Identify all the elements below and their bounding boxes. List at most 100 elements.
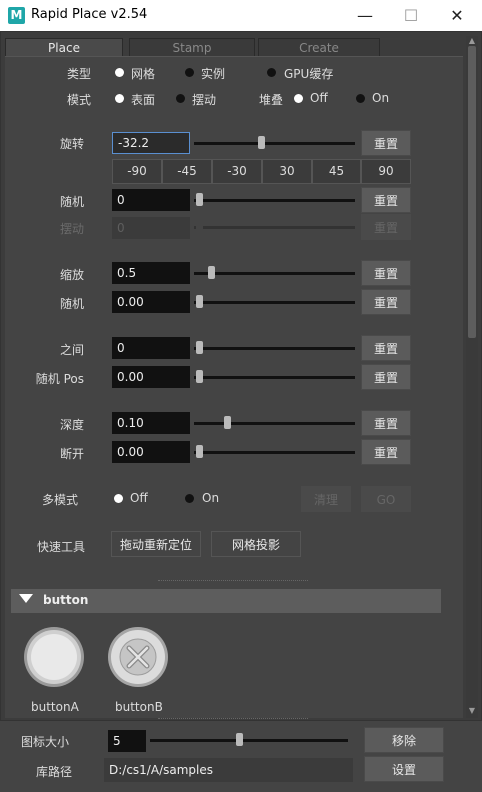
mode-label: 模式 [67,93,92,107]
icon-size-field[interactable]: 5 [108,730,146,752]
preset-90-button[interactable]: 90 [361,159,411,184]
separator [158,718,308,719]
app-icon: M [8,7,25,24]
wobble-reset-button[interactable]: 重置 [361,214,411,240]
scale-field[interactable]: 0.5 [112,262,190,284]
depth-field[interactable]: 0.10 [112,412,190,434]
close-button[interactable]: ✕ [434,0,480,31]
random-label: 随机 [59,195,84,209]
type-gpu-cache-radio[interactable] [267,68,276,77]
preset-minus-90-button[interactable]: -90 [112,159,162,184]
scroll-up-icon[interactable]: ▲ [466,36,478,46]
between-slider-track[interactable] [194,347,355,350]
preset-minus-30-button[interactable]: -30 [212,159,262,184]
break-label: 断开 [59,447,84,461]
depth-slider-handle[interactable] [224,416,231,429]
settings-button[interactable]: 设置 [364,756,444,782]
multi-mode-off-label: Off [130,491,148,505]
mode-surface-radio[interactable] [115,94,124,103]
rotate-slider-handle[interactable] [258,136,265,149]
preset-minus-45-button[interactable]: -45 [162,159,212,184]
go-button[interactable]: GO [361,486,411,512]
minimize-button[interactable]: — [342,0,388,31]
scale-random-field[interactable]: 0.00 [112,291,190,313]
depth-reset-button[interactable]: 重置 [361,410,411,436]
quick-tools-label: 快速工具 [37,540,86,554]
window-title: Rapid Place v2.54 [31,7,148,22]
random-reset-button[interactable]: 重置 [361,187,411,213]
multi-mode-off-radio[interactable] [114,494,123,503]
between-reset-button[interactable]: 重置 [361,335,411,361]
random-pos-field[interactable]: 0.00 [112,366,190,388]
stack-off-label: Off [310,91,328,105]
mesh-projection-button[interactable]: 网格投影 [211,531,301,557]
type-gpu-cache-label: GPU缓存 [284,67,334,81]
scrollbar-thumb[interactable] [468,46,476,338]
icon-size-label: 图标大小 [21,735,70,749]
type-instance-radio[interactable] [185,68,194,77]
tab-place[interactable]: Place [5,38,123,56]
stack-label: 堆叠 [259,93,284,107]
type-label: 类型 [67,67,92,81]
random-pos-slider-track[interactable] [194,376,355,379]
maximize-button[interactable]: ☐ [388,0,434,31]
wobble-slider-track[interactable] [194,226,355,229]
scale-random-slider-handle[interactable] [196,295,203,308]
break-field[interactable]: 0.00 [112,441,190,463]
between-slider-handle[interactable] [196,341,203,354]
title-bar: M Rapid Place v2.54 — ☐ ✕ [0,0,482,31]
remove-button[interactable]: 移除 [364,727,444,753]
wobble-slider-handle[interactable] [196,220,203,233]
type-mesh-radio[interactable] [115,68,124,77]
scale-random-slider-track[interactable] [194,301,355,304]
library-path-label: 库路径 [36,765,73,779]
mode-surface-label: 表面 [131,93,156,107]
rotate-reset-button[interactable]: 重置 [361,130,411,156]
button-a-thumbnail[interactable] [23,626,85,688]
library-path-field[interactable]: D:/cs1/A/samples [104,758,353,782]
scale-reset-button[interactable]: 重置 [361,260,411,286]
separator [158,580,308,581]
random-pos-slider-handle[interactable] [196,370,203,383]
icon-size-slider-track[interactable] [150,739,348,742]
random-slider-handle[interactable] [196,193,203,206]
between-field[interactable]: 0 [112,337,190,359]
collapse-triangle-icon[interactable] [19,594,33,603]
break-slider-handle[interactable] [196,445,203,458]
scale-slider-handle[interactable] [208,266,215,279]
mode-wobble-radio[interactable] [176,94,185,103]
break-slider-track[interactable] [194,451,355,454]
cross-button-icon [108,627,168,687]
break-reset-button[interactable]: 重置 [361,439,411,465]
stack-on-radio[interactable] [356,94,365,103]
button-section-header[interactable]: button [11,589,441,613]
scroll-down-icon[interactable]: ▼ [466,706,478,716]
wobble-label: 摆动 [59,222,84,236]
drag-reposition-button[interactable]: 拖动重新定位 [111,531,201,557]
scale-random-reset-button[interactable]: 重置 [361,289,411,315]
button-b-label: buttonB [115,700,163,714]
random-field[interactable]: 0 [112,189,190,211]
scale-slider-track[interactable] [194,272,355,275]
tab-stamp[interactable]: Stamp [129,38,255,56]
button-b-thumbnail[interactable] [107,626,169,688]
depth-label: 深度 [59,418,84,432]
preset-30-button[interactable]: 30 [262,159,312,184]
multi-mode-on-label: On [202,491,220,505]
icon-size-slider-handle[interactable] [236,733,243,746]
stack-off-radio[interactable] [294,94,303,103]
clear-button[interactable]: 清理 [301,486,351,512]
multi-mode-label: 多模式 [42,493,79,507]
preset-45-button[interactable]: 45 [312,159,361,184]
section-title: button [43,593,89,607]
tab-create[interactable]: Create [258,38,380,56]
wobble-field[interactable]: 0 [112,217,190,239]
multi-mode-on-radio[interactable] [185,494,194,503]
random-pos-reset-button[interactable]: 重置 [361,364,411,390]
random-slider-track[interactable] [194,199,355,202]
rotate-slider-track[interactable] [194,142,355,145]
stack-on-label: On [372,91,390,105]
depth-slider-track[interactable] [194,422,355,425]
mode-wobble-label: 摆动 [192,93,217,107]
rotate-field[interactable]: -32.2 [112,132,190,154]
